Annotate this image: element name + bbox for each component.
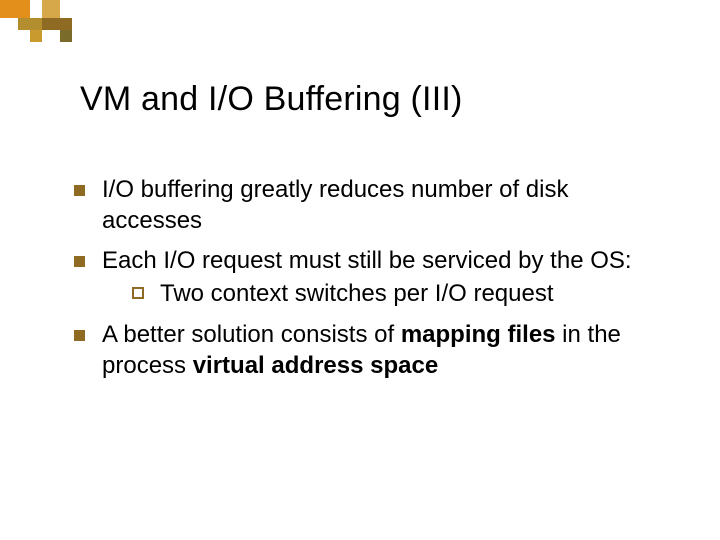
deco-block: [72, 18, 90, 30]
bullet-level1: A better solution consists of mapping fi…: [70, 320, 660, 381]
bullet-text: Each I/O request must still be serviced …: [102, 247, 632, 274]
bullet-text-part: A better solution consists of: [102, 321, 401, 348]
bullet-level2: Two context switches per I/O request: [102, 279, 660, 310]
deco-block: [0, 30, 30, 42]
deco-block: [18, 18, 42, 30]
slide-title: VM and I/O Buffering (III): [80, 80, 463, 119]
deco-block: [60, 30, 72, 42]
deco-block: [42, 30, 60, 42]
bullet-text: I/O buffering greatly reduces number of …: [102, 176, 568, 234]
corner-decoration: [0, 0, 90, 45]
deco-block: [60, 0, 90, 18]
bullet-text-bold: mapping files: [401, 321, 556, 348]
bullet-text: Two context switches per I/O request: [160, 280, 554, 307]
deco-block: [0, 0, 30, 18]
deco-block: [42, 18, 72, 30]
deco-block: [0, 18, 18, 30]
slide: VM and I/O Buffering (III) I/O buffering…: [0, 0, 720, 540]
deco-block: [30, 0, 42, 18]
deco-block: [42, 0, 60, 18]
deco-block: [30, 30, 42, 42]
bullet-text-bold: virtual address space: [193, 352, 438, 379]
bullet-level1: Each I/O request must still be serviced …: [70, 246, 660, 309]
bullet-level1: I/O buffering greatly reduces number of …: [70, 175, 660, 236]
slide-body: I/O buffering greatly reduces number of …: [70, 175, 660, 391]
